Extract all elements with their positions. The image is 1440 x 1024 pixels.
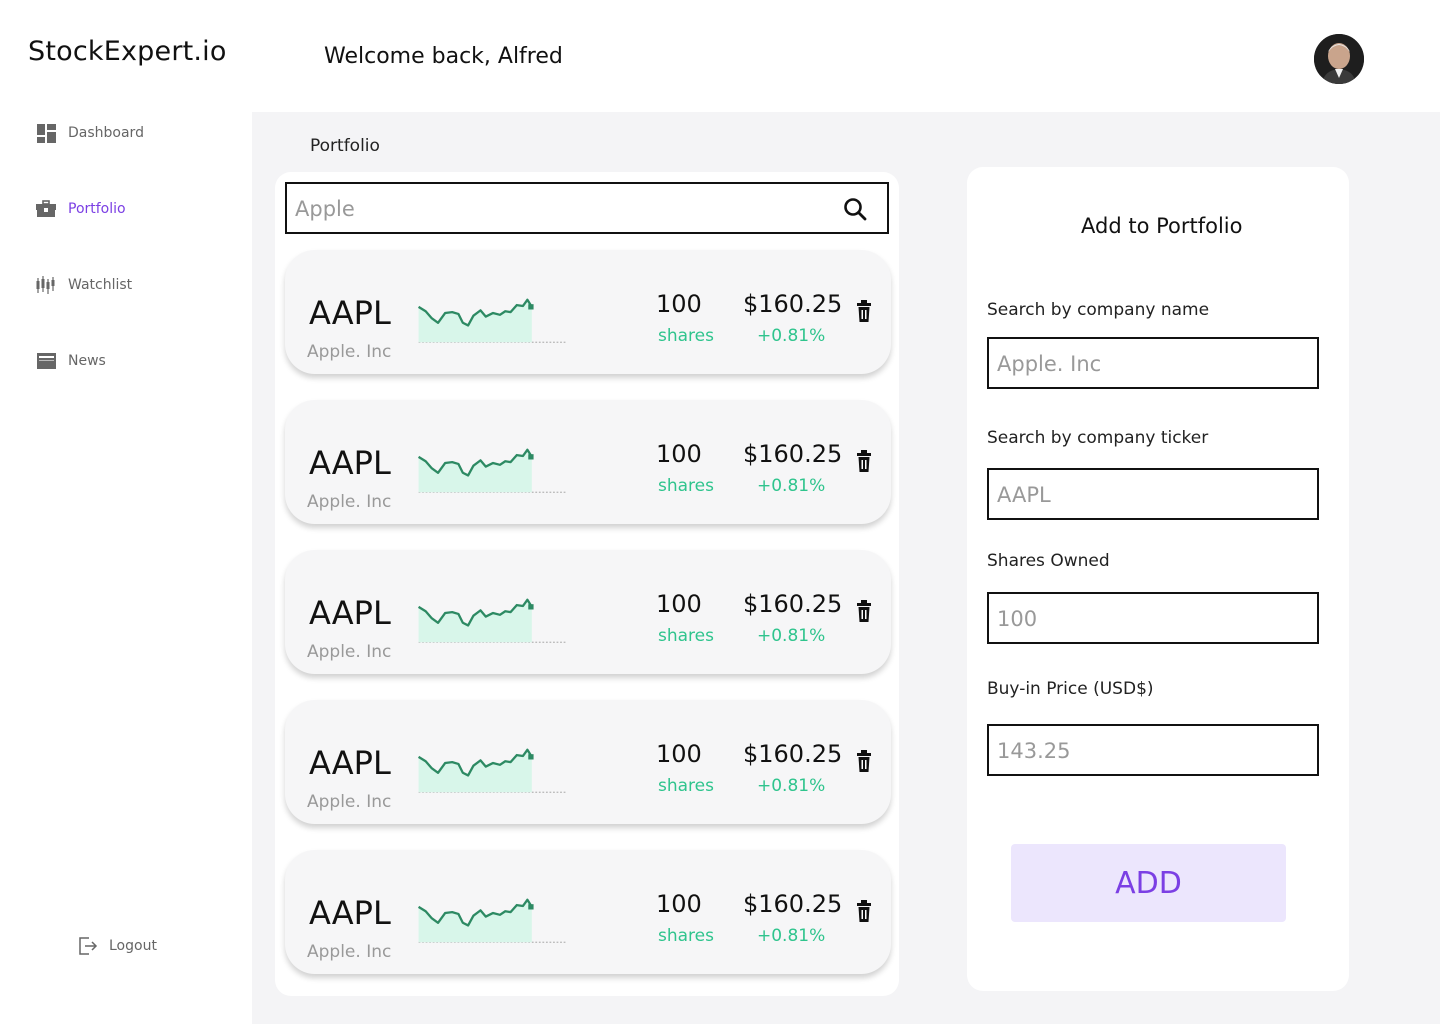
company-name-field-box <box>987 337 1319 389</box>
price-change: +0.81% <box>757 326 826 346</box>
logout-label: Logout <box>109 938 157 954</box>
company-ticker-field[interactable] <box>997 480 1307 510</box>
stock-price: $160.25 <box>743 590 843 618</box>
logout-icon <box>78 936 98 956</box>
stock-ticker: AAPL <box>309 294 391 332</box>
brand-logo[interactable]: StockExpert.io <box>28 36 227 67</box>
stock-ticker: AAPL <box>309 444 391 482</box>
logout-button[interactable]: Logout <box>78 936 157 956</box>
buy-in-price-field[interactable] <box>997 736 1307 766</box>
shares-count: 100 <box>656 890 702 918</box>
company-name-field[interactable] <box>997 349 1307 379</box>
shares-owned-label: Shares Owned <box>987 551 1110 571</box>
avatar-image <box>1314 34 1364 84</box>
company-name: Apple. Inc <box>307 342 392 362</box>
shares-count: 100 <box>656 590 702 618</box>
company-name: Apple. Inc <box>307 792 392 812</box>
shares-owned-field-box <box>987 592 1319 644</box>
sparkline-chart <box>417 448 566 493</box>
shares-label: shares <box>658 626 714 646</box>
trash-icon[interactable] <box>857 300 871 322</box>
trash-icon[interactable] <box>857 450 871 472</box>
company-ticker-field-box <box>987 468 1319 520</box>
stock-price: $160.25 <box>743 290 843 318</box>
add-button[interactable]: ADD <box>1011 844 1286 922</box>
sidebar-item-watchlist[interactable]: Watchlist <box>36 276 132 294</box>
stock-price: $160.25 <box>743 740 843 768</box>
sidebar-item-label: Dashboard <box>68 125 144 141</box>
search-icon[interactable] <box>843 197 867 221</box>
sidebar-item-dashboard[interactable]: Dashboard <box>36 123 144 143</box>
stock-price: $160.25 <box>743 890 843 918</box>
sparkline-chart <box>417 748 566 793</box>
shares-count: 100 <box>656 740 702 768</box>
sidebar-item-portfolio[interactable]: Portfolio <box>36 200 126 218</box>
buy-in-price-field-box <box>987 724 1319 776</box>
candlestick-icon <box>36 276 56 294</box>
page-title: Portfolio <box>310 136 380 156</box>
price-change: +0.81% <box>757 776 826 796</box>
stock-card[interactable]: AAPL Apple. Inc 100 shares $160.25 +0.81… <box>285 550 891 674</box>
company-name: Apple. Inc <box>307 642 392 662</box>
stock-price: $160.25 <box>743 440 843 468</box>
shares-label: shares <box>658 926 714 946</box>
buy-in-price-label: Buy-in Price (USD$) <box>987 679 1154 699</box>
stock-card[interactable]: AAPL Apple. Inc 100 shares $160.25 +0.81… <box>285 700 891 824</box>
sidebar-item-label: News <box>68 353 106 369</box>
add-panel-title: Add to Portfolio <box>1081 214 1243 238</box>
sparkline-chart <box>417 598 566 643</box>
stock-ticker: AAPL <box>309 894 391 932</box>
company-name: Apple. Inc <box>307 942 392 962</box>
sidebar-item-news[interactable]: News <box>36 352 106 370</box>
briefcase-icon <box>36 200 56 218</box>
sidebar-item-label: Watchlist <box>68 277 133 293</box>
price-change: +0.81% <box>757 926 826 946</box>
stock-card[interactable]: AAPL Apple. Inc 100 shares $160.25 +0.81… <box>285 850 891 974</box>
shares-count: 100 <box>656 440 702 468</box>
shares-owned-field[interactable] <box>997 604 1307 634</box>
stock-ticker: AAPL <box>309 744 391 782</box>
sparkline-chart <box>417 898 566 943</box>
shares-count: 100 <box>656 290 702 318</box>
company-ticker-label: Search by company ticker <box>987 428 1209 448</box>
trash-icon[interactable] <box>857 600 871 622</box>
sparkline-chart <box>417 298 566 343</box>
search-input[interactable] <box>295 194 825 224</box>
news-icon <box>36 352 56 370</box>
welcome-message: Welcome back, Alfred <box>324 44 563 69</box>
portfolio-search <box>285 182 889 234</box>
stock-ticker: AAPL <box>309 594 391 632</box>
stock-card[interactable]: AAPL Apple. Inc 100 shares $160.25 +0.81… <box>285 400 891 524</box>
price-change: +0.81% <box>757 626 826 646</box>
shares-label: shares <box>658 776 714 796</box>
stock-card[interactable]: AAPL Apple. Inc 100 shares $160.25 +0.81… <box>285 250 891 374</box>
dashboard-icon <box>36 123 56 143</box>
trash-icon[interactable] <box>857 900 871 922</box>
trash-icon[interactable] <box>857 750 871 772</box>
price-change: +0.81% <box>757 476 826 496</box>
company-name: Apple. Inc <box>307 492 392 512</box>
shares-label: shares <box>658 476 714 496</box>
shares-label: shares <box>658 326 714 346</box>
company-name-label: Search by company name <box>987 300 1210 320</box>
user-avatar[interactable] <box>1314 34 1364 84</box>
sidebar-item-label: Portfolio <box>68 201 126 217</box>
